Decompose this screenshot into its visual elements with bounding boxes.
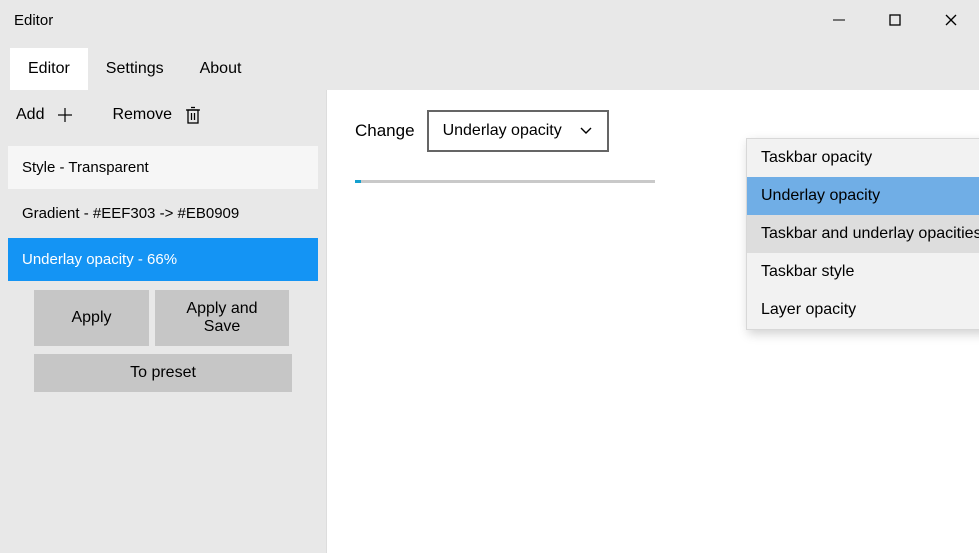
- change-select[interactable]: Underlay opacity: [427, 110, 609, 152]
- window-controls: [811, 0, 979, 40]
- apply-button[interactable]: Apply: [34, 290, 149, 346]
- apply-save-button[interactable]: Apply and Save: [155, 290, 289, 346]
- minimize-button[interactable]: [811, 0, 867, 40]
- tab-bar: Editor Settings About: [0, 40, 979, 90]
- tab-label: Editor: [28, 60, 70, 77]
- select-value: Underlay opacity: [443, 122, 562, 140]
- tab-editor[interactable]: Editor: [10, 48, 88, 90]
- tab-label: Settings: [106, 60, 164, 77]
- titlebar: Editor: [0, 0, 979, 40]
- dropdown-item[interactable]: Taskbar opacity: [747, 139, 979, 177]
- action-row: Apply Apply and Save: [0, 284, 326, 350]
- chevron-down-icon: [579, 126, 593, 136]
- dropdown-item-label: Taskbar style: [761, 263, 854, 280]
- rules-list: Style - Transparent Gradient - #EEF303 -…: [0, 140, 326, 284]
- dropdown-item[interactable]: Underlay opacity: [747, 177, 979, 215]
- list-item-label: Gradient - #EEF303 -> #EB0909: [22, 205, 239, 222]
- to-preset-button[interactable]: To preset: [34, 354, 292, 392]
- dropdown-item-label: Taskbar and underlay opacities: [761, 225, 979, 242]
- tab-about[interactable]: About: [182, 48, 260, 90]
- button-label: Apply: [71, 309, 111, 326]
- plus-icon: [56, 106, 74, 124]
- minimize-icon: [832, 13, 846, 27]
- list-item[interactable]: Underlay opacity - 66%: [8, 238, 318, 281]
- sidebar-toolbar: Add Remove: [0, 90, 326, 140]
- dropdown-item[interactable]: Taskbar and underlay opacities: [747, 215, 979, 253]
- change-label: Change: [355, 121, 415, 141]
- window-title: Editor: [14, 12, 53, 29]
- dropdown-item-label: Taskbar opacity: [761, 149, 872, 166]
- list-item[interactable]: Style - Transparent: [8, 146, 318, 189]
- remove-label: Remove: [112, 106, 172, 124]
- tab-label: About: [200, 60, 242, 77]
- maximize-button[interactable]: [867, 0, 923, 40]
- button-label: Apply and Save: [186, 300, 257, 335]
- close-button[interactable]: [923, 0, 979, 40]
- slider-fill: [355, 180, 361, 183]
- main-area: Add Remove Style - Transparent Gradient …: [0, 90, 979, 553]
- close-icon: [944, 13, 958, 27]
- remove-button[interactable]: Remove: [106, 103, 208, 127]
- dropdown-item[interactable]: Layer opacity: [747, 291, 979, 329]
- action-row-2: To preset: [0, 350, 326, 396]
- content-pane: Change Underlay opacity 6 % Taskbar opac…: [327, 90, 979, 553]
- trash-icon: [184, 105, 202, 125]
- add-label: Add: [16, 106, 44, 124]
- list-item-label: Style - Transparent: [22, 159, 149, 176]
- tab-settings[interactable]: Settings: [88, 48, 182, 90]
- dropdown-item[interactable]: Taskbar style: [747, 253, 979, 291]
- list-item-label: Underlay opacity - 66%: [22, 251, 177, 268]
- add-button[interactable]: Add: [10, 104, 80, 126]
- list-item[interactable]: Gradient - #EEF303 -> #EB0909: [8, 192, 318, 235]
- change-dropdown: Taskbar opacity Underlay opacity Taskbar…: [746, 138, 979, 330]
- button-label: To preset: [130, 364, 196, 381]
- maximize-icon: [888, 13, 902, 27]
- opacity-slider[interactable]: [355, 180, 655, 183]
- dropdown-item-label: Underlay opacity: [761, 187, 880, 204]
- sidebar: Add Remove Style - Transparent Gradient …: [0, 90, 327, 553]
- dropdown-item-label: Layer opacity: [761, 301, 856, 318]
